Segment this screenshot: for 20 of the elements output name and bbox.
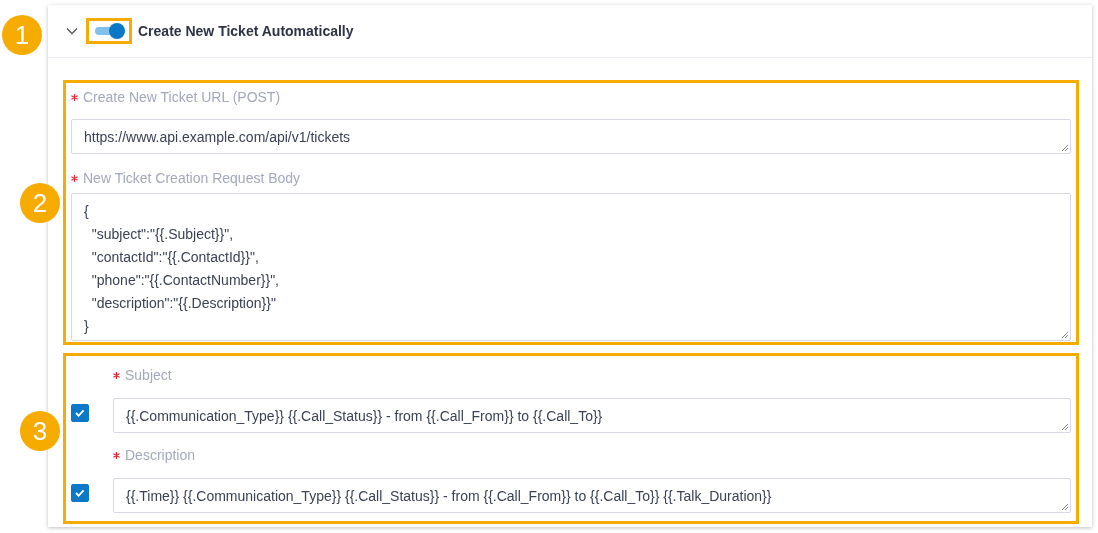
field-label: Subject [125, 367, 172, 383]
text-area[interactable]: { "subject":"{{.Subject}}", "contactId":"{{.ContactId}}", "phone":"{{.ContactNumber}}", "description":"{{.Description}}" } [71, 193, 1071, 341]
input-field[interactable]: https://www.api.example.com/api/v1/tickets [71, 119, 1071, 154]
checkbox[interactable] [71, 404, 89, 422]
field-label: Create New Ticket URL (POST) [83, 89, 281, 105]
input-field[interactable]: {{.Communication_Type}} {{.Call_Status}} - from {{.Call_From}} to {{.Call_To}} [113, 398, 1071, 433]
callout-badge: 3 [20, 411, 60, 451]
callout-badge: 2 [20, 183, 60, 223]
checkbox[interactable] [71, 484, 89, 502]
callout-badge: 1 [2, 15, 42, 55]
field-label: New Ticket Creation Request Body [83, 170, 301, 186]
input-field[interactable]: {{.Time}} {{.Communication_Type}} {{.Call_Status}} - from {{.Call_From}} to {{.Call_To}} {{.Talk_Duration}} [113, 478, 1071, 513]
chevron-icon[interactable] [66, 27, 78, 35]
resize-handle-icon[interactable] [1061, 331, 1069, 339]
resize-handle-icon[interactable] [1061, 423, 1069, 431]
resize-handle-icon[interactable] [1061, 144, 1069, 152]
section-title: Create New Ticket Automatically [138, 23, 354, 39]
toggle-switch[interactable] [89, 21, 129, 41]
field-label: Description [125, 447, 196, 463]
resize-handle-icon[interactable] [1061, 503, 1069, 511]
